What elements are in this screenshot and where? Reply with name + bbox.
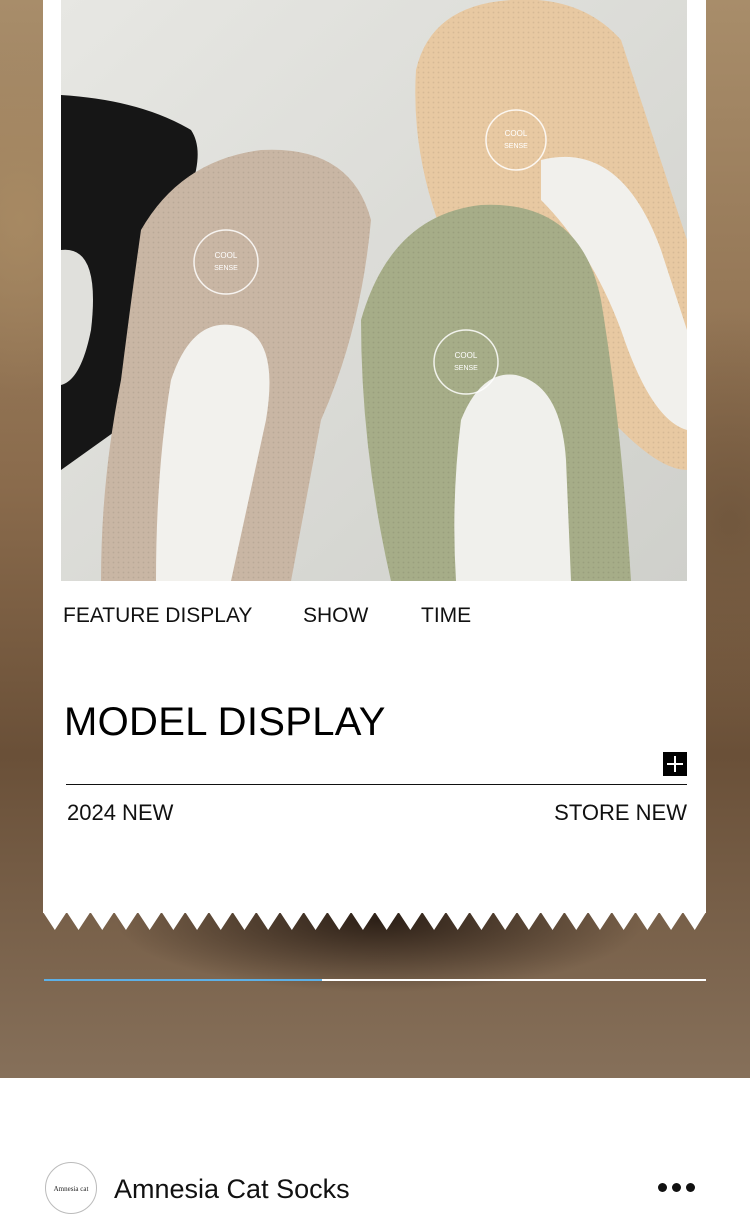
sock-print-subtext-peach: SENSE <box>504 143 528 150</box>
zigzag-edge <box>43 912 706 930</box>
shop-bar <box>0 1078 750 1200</box>
sock-print-text-green: COOL <box>455 351 478 360</box>
plus-icon[interactable] <box>663 752 687 776</box>
shop-name[interactable]: Amnesia Cat Socks <box>114 1174 350 1205</box>
sock-print-subtext-green: SENSE <box>454 365 478 372</box>
section-title: MODEL DISPLAY <box>64 700 386 744</box>
more-dots-icon[interactable] <box>656 1181 698 1195</box>
store-caption: STORE NEW <box>554 800 687 825</box>
avatar-logo-text: Amnesia cat <box>53 1185 89 1193</box>
carousel-progress-track[interactable] <box>44 979 706 981</box>
sock-print-text-beige: COOL <box>215 251 238 260</box>
divider <box>66 784 687 785</box>
tab-time[interactable]: TIME <box>421 604 471 628</box>
dot <box>672 1183 681 1192</box>
carousel-progress-fill <box>44 979 323 981</box>
dot <box>658 1183 667 1192</box>
product-photo: COOL SENSE COOL SENSE COOL SENSE <box>61 0 687 581</box>
sock-print-text-peach: COOL <box>505 129 528 138</box>
year-caption: 2024 NEW <box>67 800 174 825</box>
dot <box>686 1183 695 1192</box>
shop-avatar[interactable]: Amnesia cat <box>45 1162 97 1214</box>
tab-feature-display[interactable]: FEATURE DISPLAY <box>63 604 252 628</box>
tab-show[interactable]: SHOW <box>303 604 368 628</box>
sock-print-subtext-beige: SENSE <box>214 265 238 272</box>
